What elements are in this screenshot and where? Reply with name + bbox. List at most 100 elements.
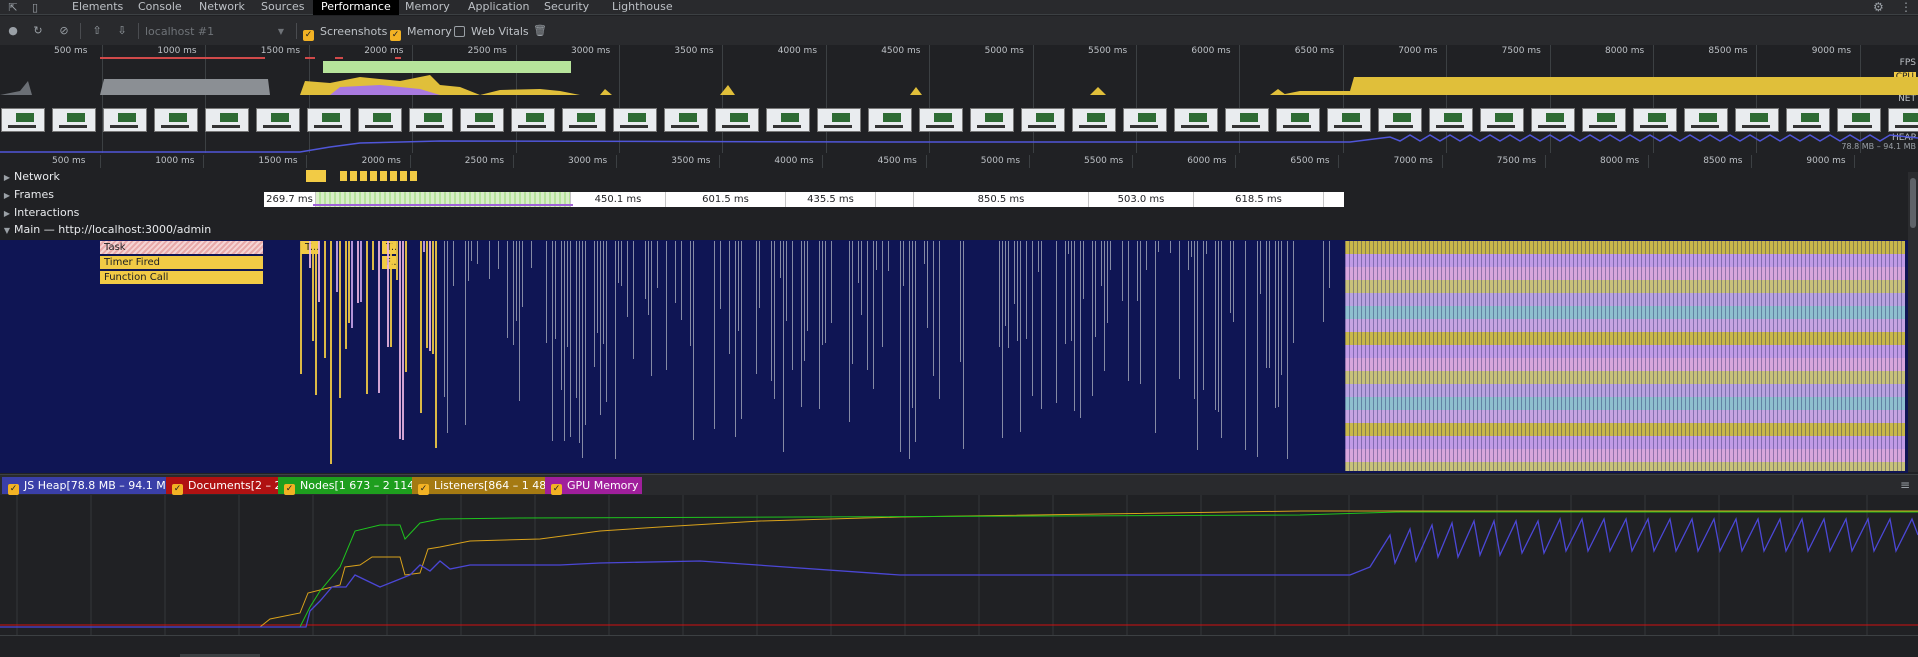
- main-thread-event[interactable]: [681, 241, 682, 320]
- screenshot-thumbnail[interactable]: [1582, 108, 1626, 132]
- main-thread-event[interactable]: [606, 241, 607, 402]
- screenshot-thumbnail[interactable]: [1735, 108, 1779, 132]
- main-thread-event[interactable]: [498, 241, 499, 269]
- main-thread-event[interactable]: [960, 241, 961, 362]
- main-thread-event[interactable]: [366, 241, 368, 394]
- main-thread-event[interactable]: [1215, 241, 1216, 410]
- network-request-bar[interactable]: [340, 171, 420, 181]
- task-event[interactable]: Task: [100, 241, 263, 254]
- screenshot-thumbnail[interactable]: [256, 108, 300, 132]
- memory-checkbox[interactable]: ✓ Memory: [390, 25, 452, 41]
- main-thread-event[interactable]: [1038, 241, 1039, 272]
- main-thread-event[interactable]: [396, 241, 398, 280]
- main-thread-event[interactable]: [324, 241, 326, 358]
- main-thread-event[interactable]: [405, 241, 407, 372]
- main-thread-event[interactable]: [825, 241, 826, 343]
- main-thread-event[interactable]: [1269, 241, 1270, 368]
- main-thread-event[interactable]: [597, 241, 598, 333]
- main-thread-event[interactable]: [453, 241, 454, 286]
- tab-application[interactable]: Application: [460, 0, 537, 15]
- main-thread-event[interactable]: [1260, 241, 1261, 294]
- tab-performance[interactable]: Performance: [313, 0, 399, 15]
- main-thread-event[interactable]: [1233, 241, 1234, 322]
- main-thread-event[interactable]: [1194, 241, 1195, 399]
- main-thread-event[interactable]: [1206, 241, 1207, 254]
- more-options-icon[interactable]: ⋮: [1900, 0, 1912, 15]
- main-thread-event[interactable]: [471, 241, 472, 261]
- main-thread-event[interactable]: [348, 241, 350, 323]
- main-thread-event[interactable]: [1020, 241, 1021, 432]
- screenshot-thumbnail[interactable]: [1837, 108, 1881, 132]
- screenshot-thumbnail[interactable]: [1123, 108, 1167, 132]
- screenshot-thumbnail[interactable]: [1327, 108, 1371, 132]
- main-thread-event[interactable]: [1140, 241, 1141, 384]
- main-thread-event[interactable]: [1293, 241, 1294, 343]
- main-thread-event[interactable]: [627, 241, 628, 317]
- main-thread-event[interactable]: [399, 241, 401, 439]
- main-thread-event[interactable]: [519, 241, 520, 401]
- tab-console[interactable]: Console: [130, 0, 190, 15]
- main-thread-event[interactable]: [1323, 241, 1324, 322]
- main-thread-event[interactable]: [582, 241, 583, 458]
- main-thread-event[interactable]: [927, 241, 928, 328]
- main-thread-event[interactable]: [468, 241, 469, 281]
- main-thread-event[interactable]: [372, 241, 374, 270]
- main-thread-event[interactable]: [648, 241, 649, 315]
- load-profile-icon[interactable]: ⇧: [90, 24, 104, 38]
- main-thread-event[interactable]: [1104, 241, 1105, 371]
- main-thread-event[interactable]: [600, 241, 601, 415]
- main-thread-event[interactable]: [351, 241, 353, 328]
- main-thread-event[interactable]: [522, 241, 523, 307]
- main-thread-event[interactable]: [729, 241, 730, 354]
- screenshot-thumbnail[interactable]: [103, 108, 147, 132]
- tab-network[interactable]: Network: [191, 0, 253, 15]
- main-thread-event[interactable]: [1155, 241, 1156, 433]
- web-vitals-checkbox[interactable]: Web Vitals: [454, 25, 529, 39]
- main-thread-event[interactable]: [618, 241, 619, 283]
- screenshot-thumbnail[interactable]: [1, 108, 45, 132]
- main-thread-event[interactable]: [318, 241, 320, 302]
- main-thread-event[interactable]: [876, 241, 877, 270]
- screenshot-thumbnail[interactable]: [460, 108, 504, 132]
- screenshot-thumbnail[interactable]: [52, 108, 96, 132]
- main-thread-event[interactable]: [1080, 241, 1081, 418]
- js-heap-counter[interactable]: ✓ JS Heap[78.8 MB – 94.1 MB]: [2, 477, 182, 495]
- screenshot-thumbnail[interactable]: [1276, 108, 1320, 132]
- main-thread-event[interactable]: [1083, 241, 1084, 299]
- main-thread-event[interactable]: [1197, 241, 1198, 450]
- main-thread-event[interactable]: [300, 241, 302, 374]
- main-thread-event[interactable]: [1329, 241, 1330, 288]
- device-toolbar-icon[interactable]: ▯: [28, 1, 42, 14]
- main-thread-dense-region[interactable]: [1345, 241, 1905, 471]
- main-thread-event[interactable]: [357, 241, 359, 303]
- main-thread-event[interactable]: [1056, 241, 1057, 403]
- flame-scrollbar[interactable]: [1908, 172, 1918, 472]
- main-thread-event[interactable]: [933, 241, 934, 376]
- main-thread-event[interactable]: [561, 241, 562, 390]
- main-thread-event[interactable]: [555, 241, 556, 339]
- screenshot-thumbnail[interactable]: [1633, 108, 1677, 132]
- collect-garbage-icon[interactable]: 🗑: [533, 24, 547, 38]
- screenshot-thumbnail[interactable]: [205, 108, 249, 132]
- main-thread-event[interactable]: [1017, 241, 1018, 341]
- main-thread-event[interactable]: [423, 241, 425, 252]
- main-thread-event[interactable]: [735, 241, 736, 437]
- main-thread-event[interactable]: [1008, 241, 1009, 348]
- main-thread-event[interactable]: [1191, 241, 1192, 257]
- main-thread-event[interactable]: [786, 241, 787, 321]
- main-thread-event[interactable]: [738, 241, 739, 331]
- main-thread-event[interactable]: [783, 241, 784, 452]
- main-thread-event[interactable]: [645, 241, 646, 299]
- main-thread-event[interactable]: [387, 241, 389, 347]
- main-thread-event[interactable]: [741, 241, 742, 419]
- tab-elements[interactable]: Elements: [64, 0, 131, 15]
- main-thread-event[interactable]: [426, 241, 428, 348]
- main-thread-event[interactable]: [615, 241, 616, 459]
- main-thread-event[interactable]: [807, 241, 808, 331]
- main-thread-event[interactable]: [579, 241, 580, 443]
- gpu-memory-counter[interactable]: ✓ GPU Memory: [545, 477, 643, 495]
- main-thread-event[interactable]: [1041, 241, 1042, 409]
- timer-fired-event[interactable]: Timer Fired: [100, 256, 263, 269]
- documents-counter[interactable]: ✓ Documents[2 – 2]: [166, 477, 290, 495]
- main-thread-event[interactable]: [1074, 241, 1075, 411]
